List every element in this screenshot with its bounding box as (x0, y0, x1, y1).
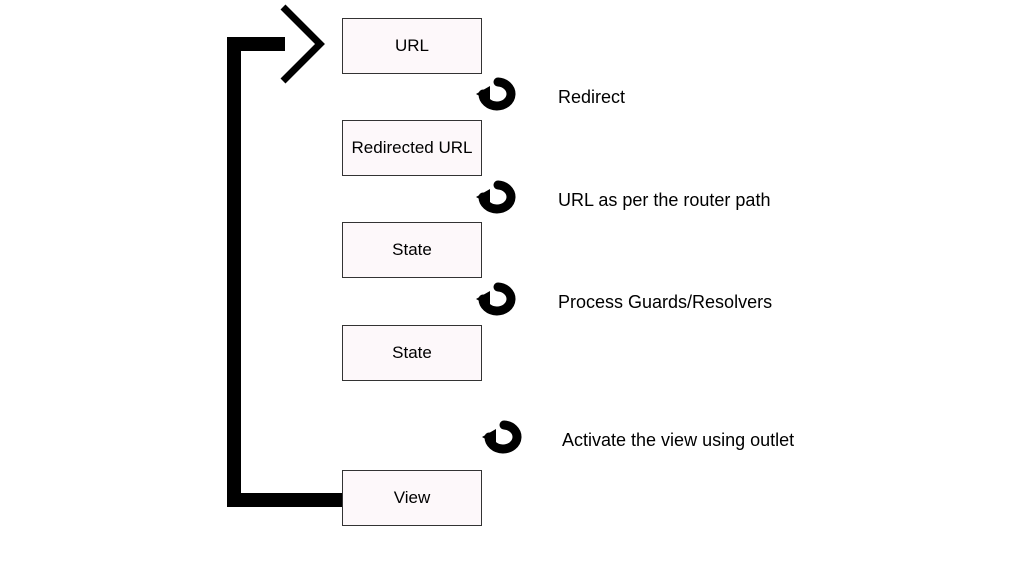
box-redirected-url: Redirected URL (342, 120, 482, 176)
arrow-activate (482, 420, 526, 460)
box-state-1: State (342, 222, 482, 278)
label-redirect: Redirect (558, 85, 625, 109)
arrow-guards (476, 282, 520, 322)
arrow-redirect (476, 77, 520, 117)
label-guards: Process Guards/Resolvers (558, 290, 772, 314)
box-redirected-url-text: Redirected URL (352, 137, 473, 158)
box-state-2-text: State (392, 342, 432, 363)
label-router-path: URL as per the router path (558, 188, 770, 212)
label-activate: Activate the view using outlet (562, 428, 794, 452)
arrow-router-path (476, 180, 520, 220)
box-url: URL (342, 18, 482, 74)
box-view: View (342, 470, 482, 526)
box-state-1-text: State (392, 239, 432, 260)
box-state-2: State (342, 325, 482, 381)
box-url-text: URL (395, 35, 429, 56)
box-view-text: View (394, 487, 431, 508)
